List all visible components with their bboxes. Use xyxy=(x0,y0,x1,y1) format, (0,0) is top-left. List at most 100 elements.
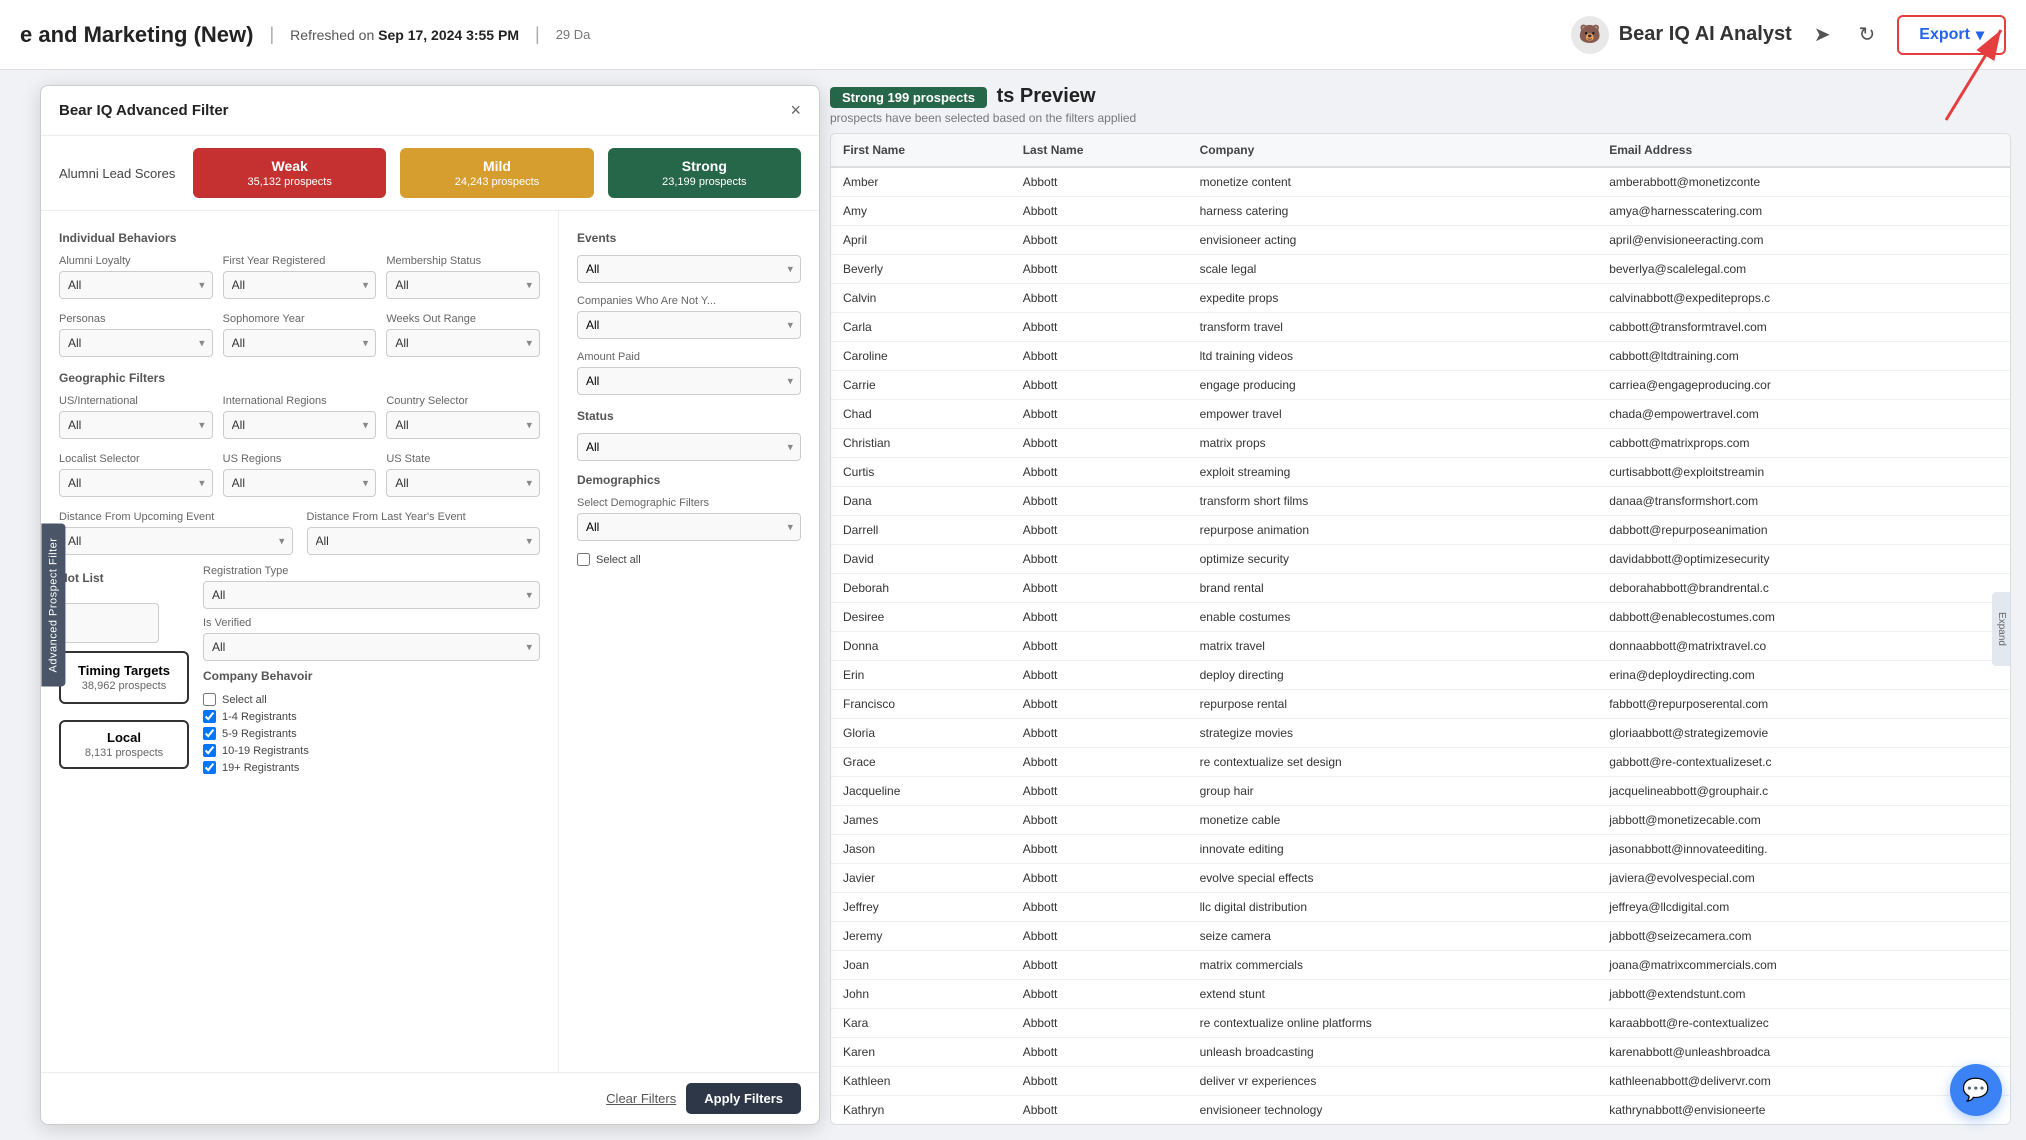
table-row[interactable]: ChadAbbottempower travelchada@empowertra… xyxy=(831,400,2010,429)
table-row[interactable]: BeverlyAbbottscale legalbeverlya@scalele… xyxy=(831,255,2010,284)
company-10-19-checkbox[interactable] xyxy=(203,744,216,757)
distance-upcoming-select[interactable]: All xyxy=(59,527,293,555)
table-row[interactable]: JoanAbbottmatrix commercialsjoana@matrix… xyxy=(831,951,2010,980)
membership-status-select[interactable]: All xyxy=(386,271,540,299)
table-row[interactable]: KaylaAbbottcultivate securitykabbott@cul… xyxy=(831,1125,2010,1126)
alumni-loyalty-select[interactable]: All xyxy=(59,271,213,299)
table-row[interactable]: JamesAbbottmonetize cablejabbott@monetiz… xyxy=(831,806,2010,835)
table-row[interactable]: DeborahAbbottbrand rentaldeborahabbott@b… xyxy=(831,574,2010,603)
export-button[interactable]: Export ▾ xyxy=(1897,15,2006,55)
status-select[interactable]: All xyxy=(577,433,801,461)
table-row[interactable]: ErinAbbottdeploy directingerina@deploydi… xyxy=(831,661,2010,690)
advanced-prospect-filter-tab[interactable]: Advanced Prospect Filter xyxy=(41,524,65,687)
timing-targets-button[interactable]: Timing Targets 38,962 prospects xyxy=(59,651,189,704)
table-row[interactable]: DavidAbbottoptimize securitydavidabbott@… xyxy=(831,545,2010,574)
table-row[interactable]: JohnAbbottextend stuntjabbott@extendstun… xyxy=(831,980,2010,1009)
events-select[interactable]: All xyxy=(577,255,801,283)
cell-company: re contextualize set design xyxy=(1188,748,1598,777)
chat-bubble-button[interactable]: 💬 xyxy=(1950,1064,2002,1116)
demographic-filters-select[interactable]: All xyxy=(577,513,801,541)
clear-filters-button[interactable]: Clear Filters xyxy=(606,1091,676,1106)
is-verified-label: Is Verified xyxy=(203,617,540,629)
table-row[interactable]: CarrieAbbottengage producingcarriea@enga… xyxy=(831,371,2010,400)
table-row[interactable]: KathrynAbbottenvisioneer technologykathr… xyxy=(831,1096,2010,1125)
table-row[interactable]: GraceAbbottre contextualize set designga… xyxy=(831,748,2010,777)
close-filter-button[interactable]: × xyxy=(790,100,801,121)
cell-email: karaabbott@re-contextualizec xyxy=(1597,1009,2010,1038)
table-row[interactable]: JeffreyAbbottllc digital distributionjef… xyxy=(831,893,2010,922)
registration-type-select[interactable]: All xyxy=(203,581,540,609)
apply-filters-button[interactable]: Apply Filters xyxy=(686,1083,801,1114)
table-row[interactable]: CurtisAbbottexploit streamingcurtisabbot… xyxy=(831,458,2010,487)
table-row[interactable]: ChristianAbbottmatrix propscabbott@matri… xyxy=(831,429,2010,458)
is-verified-select[interactable]: All xyxy=(203,633,540,661)
us-state-group: US State All xyxy=(386,453,540,497)
us-international-select[interactable]: All xyxy=(59,411,213,439)
select-all-checkbox[interactable] xyxy=(203,693,216,706)
table-row[interactable]: DonnaAbbottmatrix traveldonnaabbott@matr… xyxy=(831,632,2010,661)
weeks-out-range-select[interactable]: All xyxy=(386,329,540,357)
table-row[interactable]: KathleenAbbottdeliver vr experienceskath… xyxy=(831,1067,2010,1096)
table-row[interactable]: DarrellAbbottrepurpose animationdabbott@… xyxy=(831,516,2010,545)
cell-company: scale legal xyxy=(1188,255,1598,284)
table-row[interactable]: JeremyAbbottseize camerajabbott@seizecam… xyxy=(831,922,2010,951)
cell-email: jabbott@seizecamera.com xyxy=(1597,922,2010,951)
first-year-select[interactable]: All xyxy=(223,271,377,299)
cell-company: empower travel xyxy=(1188,400,1598,429)
cell-company: llc digital distribution xyxy=(1188,893,1598,922)
company-5-9-checkbox[interactable] xyxy=(203,727,216,740)
cell-last: Abbott xyxy=(1011,777,1188,806)
localist-selector-select[interactable]: All xyxy=(59,469,213,497)
table-row[interactable]: CarlaAbbotttransform travelcabbott@trans… xyxy=(831,313,2010,342)
cell-first: Jeremy xyxy=(831,922,1011,951)
weak-score-button[interactable]: Weak 35,132 prospects xyxy=(193,148,386,198)
col-last-name: Last Name xyxy=(1011,134,1188,167)
table-row[interactable]: JacquelineAbbottgroup hairjacquelineabbo… xyxy=(831,777,2010,806)
filter-title: Bear IQ Advanced Filter xyxy=(59,102,229,119)
strong-score-button[interactable]: Strong 23,199 prospects xyxy=(608,148,801,198)
geographic-filters-section: Geographic Filters xyxy=(59,371,540,385)
companies-not-select[interactable]: All xyxy=(577,311,801,339)
cell-email: davidabbott@optimizesecurity xyxy=(1597,545,2010,574)
refresh-icon[interactable]: ↻ xyxy=(1853,16,1882,53)
cell-company: monetize content xyxy=(1188,167,1598,197)
cell-last: Abbott xyxy=(1011,690,1188,719)
demographics-select-all-checkbox[interactable] xyxy=(577,553,590,566)
country-selector-select[interactable]: All xyxy=(386,411,540,439)
table-row[interactable]: DanaAbbotttransform short filmsdanaa@tra… xyxy=(831,487,2010,516)
us-state-select[interactable]: All xyxy=(386,469,540,497)
registration-type-wrapper: All xyxy=(203,581,540,609)
table-row[interactable]: KarenAbbottunleash broadcastingkarenabbo… xyxy=(831,1038,2010,1067)
table-row[interactable]: CarolineAbbottltd training videoscabbott… xyxy=(831,342,2010,371)
cell-email: kabbott@cultivatesecurity.com xyxy=(1597,1125,2010,1126)
table-row[interactable]: JavierAbbottevolve special effectsjavier… xyxy=(831,864,2010,893)
table-row[interactable]: AprilAbbottenvisioneer actingapril@envis… xyxy=(831,226,2010,255)
table-row[interactable]: JasonAbbottinnovate editingjasonabbott@i… xyxy=(831,835,2010,864)
expand-handle[interactable]: Expand xyxy=(1992,592,2010,666)
distance-upcoming-wrapper: All xyxy=(59,527,293,555)
table-row[interactable]: DesireeAbbottenable costumesdabbott@enab… xyxy=(831,603,2010,632)
international-regions-select[interactable]: All xyxy=(223,411,377,439)
cell-first: Darrell xyxy=(831,516,1011,545)
company-behavior-checkboxes: Select all 1-4 Registrants 5-9 Registran… xyxy=(203,693,540,774)
personas-select[interactable]: All xyxy=(59,329,213,357)
amount-paid-select[interactable]: All xyxy=(577,367,801,395)
table-row[interactable]: AmberAbbottmonetize contentamberabbott@m… xyxy=(831,167,2010,197)
send-icon[interactable]: ➤ xyxy=(1808,16,1837,53)
us-state-wrapper: All xyxy=(386,469,540,497)
table-row[interactable]: FranciscoAbbottrepurpose rentalfabbott@r… xyxy=(831,690,2010,719)
bear-iq-button[interactable]: 🐻 Bear IQ AI Analyst xyxy=(1571,16,1792,54)
company-19plus-checkbox[interactable] xyxy=(203,761,216,774)
company-behavior-title: Company Behavoir xyxy=(203,669,540,683)
distance-last-year-select[interactable]: All xyxy=(307,527,541,555)
table-row[interactable]: GloriaAbbottstrategize moviesgloriaabbot… xyxy=(831,719,2010,748)
local-button[interactable]: Local 8,131 prospects xyxy=(59,720,189,769)
cell-email: cabbott@ltdtraining.com xyxy=(1597,342,2010,371)
mild-score-button[interactable]: Mild 24,243 prospects xyxy=(400,148,593,198)
us-regions-select[interactable]: All xyxy=(223,469,377,497)
sophomore-year-select[interactable]: All xyxy=(223,329,377,357)
table-row[interactable]: CalvinAbbottexpedite propscalvinabbott@e… xyxy=(831,284,2010,313)
table-row[interactable]: AmyAbbottharness cateringamya@harnesscat… xyxy=(831,197,2010,226)
company-1-4-checkbox[interactable] xyxy=(203,710,216,723)
table-row[interactable]: KaraAbbottre contextualize online platfo… xyxy=(831,1009,2010,1038)
